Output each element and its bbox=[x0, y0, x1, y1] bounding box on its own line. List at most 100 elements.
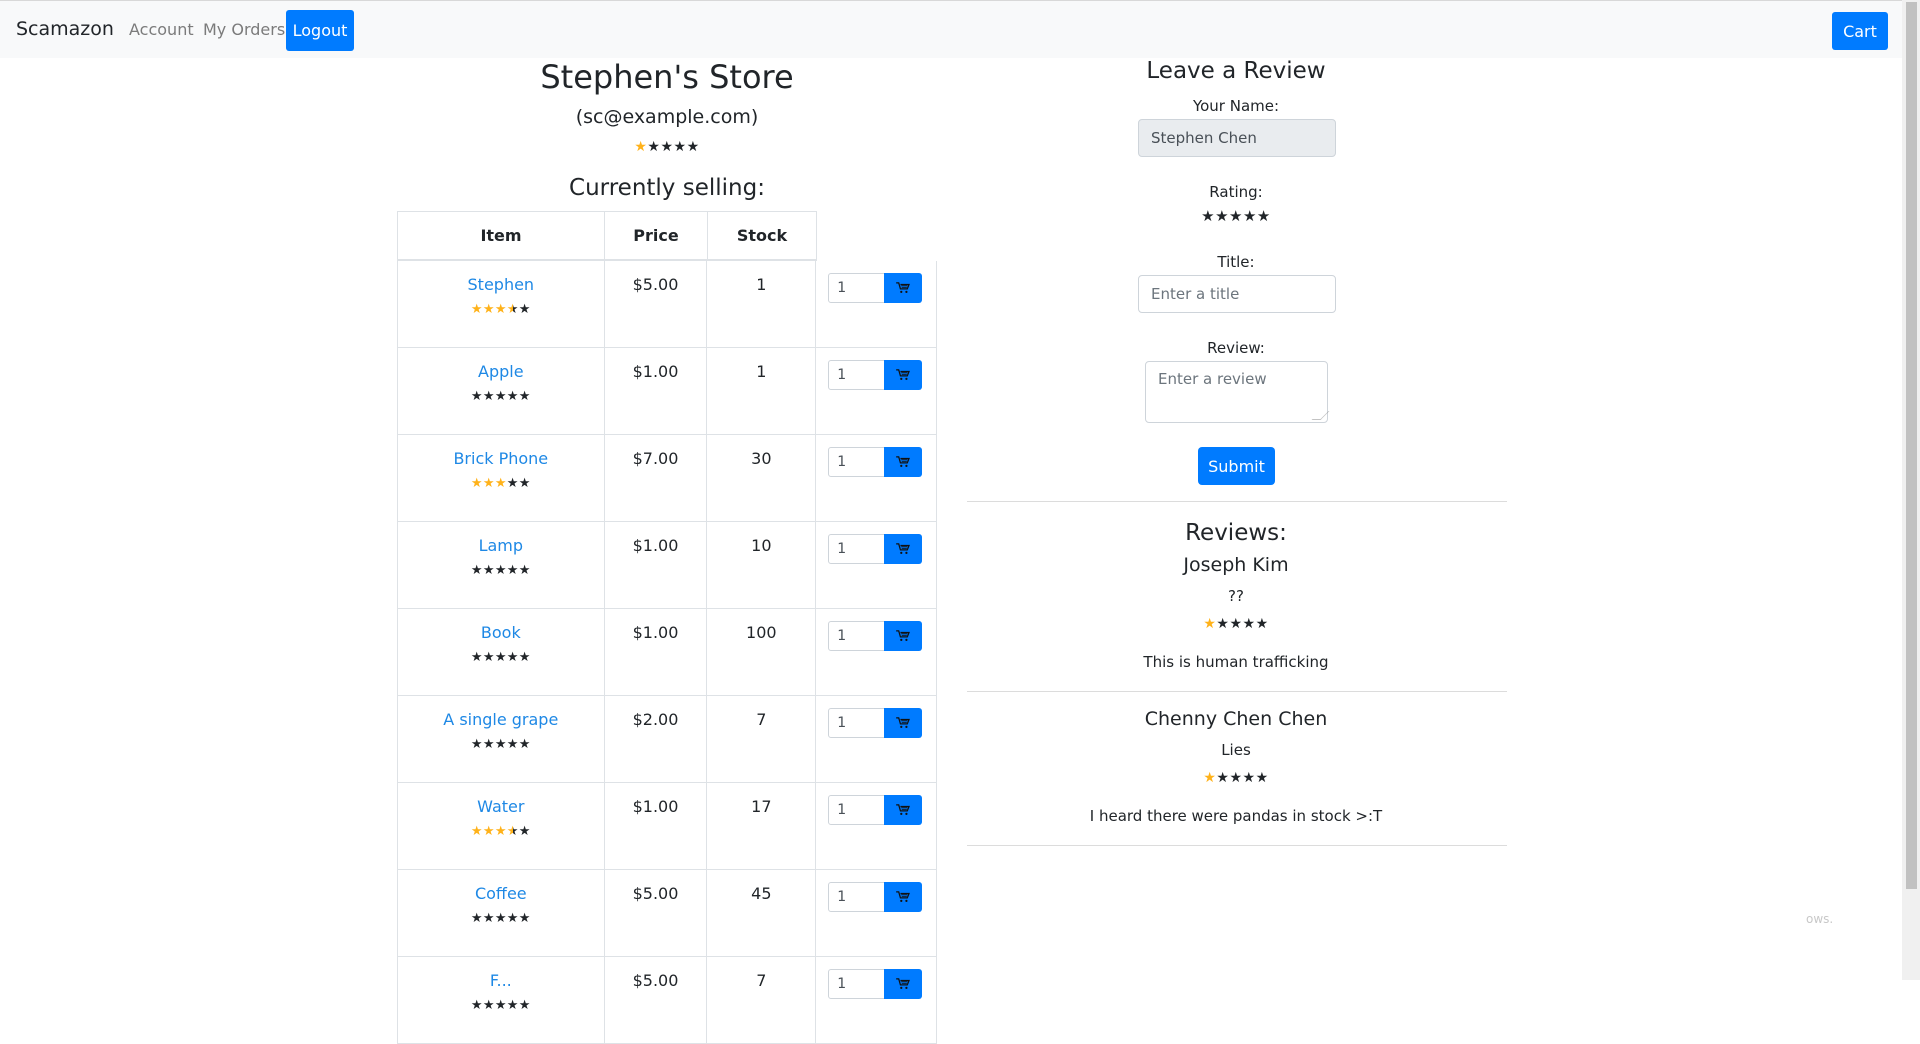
star-icon[interactable]: ★ bbox=[1215, 207, 1229, 225]
star-icon: ★ bbox=[518, 824, 531, 839]
quantity-input[interactable]: 1 bbox=[828, 273, 886, 303]
add-to-cart-cell: 1 bbox=[816, 261, 937, 347]
add-to-cart-button[interactable] bbox=[884, 708, 923, 738]
item-link[interactable]: F... bbox=[398, 971, 604, 990]
star-icon: ★ bbox=[518, 911, 531, 926]
item-link[interactable]: Apple bbox=[398, 362, 604, 381]
star-icon: ★ bbox=[470, 998, 483, 1013]
page-scrollbar[interactable] bbox=[1902, 0, 1920, 980]
item-link[interactable]: Water bbox=[398, 797, 604, 816]
item-cell: Coffee ★★★★★ bbox=[398, 870, 605, 956]
star-icon[interactable]: ★ bbox=[1229, 207, 1243, 225]
star-icon[interactable]: ★ bbox=[1243, 207, 1257, 225]
name-label: Your Name: bbox=[1192, 97, 1280, 115]
nav-my-orders-link[interactable]: My Orders bbox=[203, 20, 285, 39]
add-to-cart-button[interactable] bbox=[884, 621, 923, 651]
add-to-cart-button[interactable] bbox=[884, 447, 923, 477]
review-textarea[interactable]: Enter a review bbox=[1145, 361, 1330, 423]
title-input[interactable]: Enter a title bbox=[1138, 275, 1336, 313]
add-to-cart-button[interactable] bbox=[884, 795, 923, 825]
rating-input-stars[interactable]: ★★★★★ bbox=[966, 207, 1506, 225]
star-icon: ★ bbox=[482, 389, 495, 404]
cart-icon bbox=[896, 282, 911, 293]
brand-logo[interactable]: Scamazon bbox=[16, 18, 114, 40]
add-to-cart-button[interactable] bbox=[884, 969, 923, 999]
quantity-input[interactable]: 1 bbox=[828, 447, 886, 477]
submit-button[interactable]: Submit bbox=[1198, 447, 1275, 485]
star-icon: ★ bbox=[482, 998, 495, 1013]
table-row: Stephen ★★★★★ $5.00 1 1 bbox=[397, 261, 937, 348]
star-icon: ★ bbox=[1242, 616, 1256, 632]
stock-cell: 30 bbox=[707, 435, 817, 521]
star-icon[interactable]: ★ bbox=[1257, 207, 1271, 225]
star-icon: ★ bbox=[686, 139, 700, 155]
table-row: Lamp ★★★★★ $1.00 10 1 bbox=[397, 522, 937, 609]
quantity-input[interactable]: 1 bbox=[828, 969, 886, 999]
review-rating-stars: ★★★★★ bbox=[966, 770, 1506, 786]
item-cell: Book ★★★★★ bbox=[398, 609, 605, 695]
stock-cell: 1 bbox=[707, 348, 817, 434]
divider bbox=[967, 845, 1507, 846]
item-link[interactable]: Stephen bbox=[398, 275, 604, 294]
store-email: (sc@example.com) bbox=[575, 106, 759, 128]
add-to-cart-cell: 1 bbox=[816, 348, 937, 434]
item-link[interactable]: A single grape bbox=[398, 710, 604, 729]
star-icon: ★ bbox=[506, 911, 519, 926]
star-icon: ★ bbox=[482, 302, 495, 317]
cart-icon bbox=[896, 543, 911, 554]
stock-cell: 7 bbox=[707, 957, 817, 1043]
item-cell: A single grape ★★★★★ bbox=[398, 696, 605, 782]
price-cell: $5.00 bbox=[605, 957, 708, 1043]
add-to-cart-button[interactable] bbox=[884, 273, 923, 303]
item-cell: Apple ★★★★★ bbox=[398, 348, 605, 434]
name-field[interactable]: Stephen Chen bbox=[1138, 119, 1336, 157]
star-icon: ★ bbox=[673, 139, 687, 155]
resize-handle[interactable] bbox=[1311, 411, 1330, 420]
logout-button[interactable]: Logout bbox=[286, 10, 354, 51]
star-icon: ★ bbox=[470, 824, 483, 839]
item-link[interactable]: Brick Phone bbox=[398, 449, 604, 468]
reviews-heading: Reviews: bbox=[1185, 520, 1287, 546]
item-link[interactable]: Book bbox=[398, 623, 604, 642]
star-icon[interactable]: ★ bbox=[1201, 207, 1215, 225]
star-icon: ★ bbox=[506, 389, 519, 404]
item-link[interactable]: Coffee bbox=[398, 884, 604, 903]
quantity-input[interactable]: 1 bbox=[828, 708, 886, 738]
star-icon: ★ bbox=[506, 737, 519, 752]
stock-cell: 100 bbox=[707, 609, 817, 695]
cart-icon bbox=[896, 456, 911, 467]
star-icon: ★ bbox=[1229, 616, 1243, 632]
item-cell: Water ★★★★★ bbox=[398, 783, 605, 869]
star-icon: ★ bbox=[518, 563, 531, 578]
quantity-input[interactable]: 1 bbox=[828, 360, 886, 390]
review-title: Lies bbox=[1221, 741, 1251, 759]
item-link[interactable]: Lamp bbox=[398, 536, 604, 555]
add-to-cart-cell: 1 bbox=[816, 609, 937, 695]
star-icon: ★ bbox=[518, 302, 531, 317]
star-icon: ★ bbox=[506, 302, 519, 317]
stock-cell: 1 bbox=[707, 261, 817, 347]
cart-button[interactable]: Cart bbox=[1832, 12, 1888, 50]
title-label: Title: bbox=[1217, 253, 1255, 271]
quantity-input[interactable]: 1 bbox=[828, 882, 886, 912]
nav-account-link[interactable]: Account bbox=[129, 20, 194, 39]
price-cell: $2.00 bbox=[605, 696, 708, 782]
star-icon: ★ bbox=[506, 650, 519, 665]
add-to-cart-button[interactable] bbox=[884, 534, 923, 564]
table-row: F... ★★★★★ $5.00 7 1 bbox=[397, 957, 937, 1044]
watermark-text: ows. bbox=[1806, 912, 1834, 926]
quantity-input[interactable]: 1 bbox=[828, 621, 886, 651]
currently-selling-heading: Currently selling: bbox=[569, 175, 765, 201]
star-icon: ★ bbox=[506, 563, 519, 578]
star-icon: ★ bbox=[494, 824, 507, 839]
item-rating-stars: ★★★★★ bbox=[471, 476, 531, 491]
scrollbar-thumb[interactable] bbox=[1906, 2, 1917, 889]
quantity-input[interactable]: 1 bbox=[828, 534, 886, 564]
star-icon: ★ bbox=[1255, 616, 1269, 632]
header-item: Item bbox=[398, 212, 605, 259]
add-to-cart-button[interactable] bbox=[884, 360, 923, 390]
add-to-cart-button[interactable] bbox=[884, 882, 923, 912]
quantity-input[interactable]: 1 bbox=[828, 795, 886, 825]
divider bbox=[967, 691, 1507, 692]
star-icon: ★ bbox=[660, 139, 674, 155]
